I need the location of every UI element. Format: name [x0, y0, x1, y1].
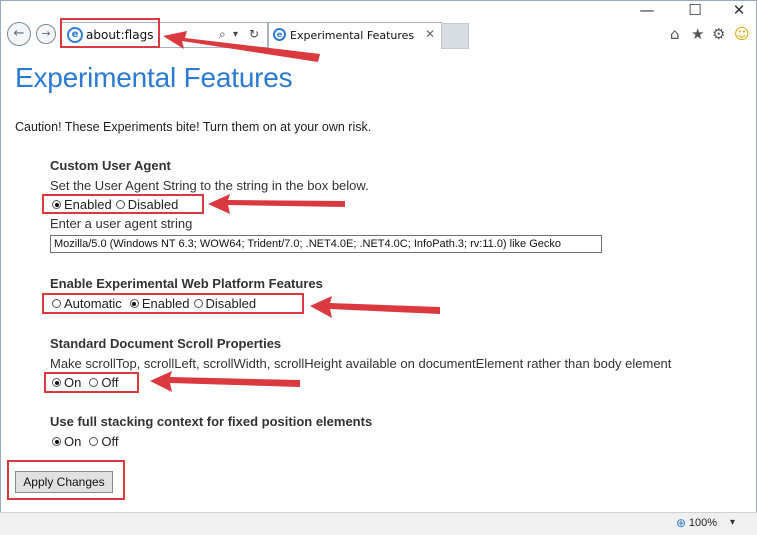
radio-button-checked[interactable] — [52, 437, 61, 446]
radio-group-stacking-context: On Off — [52, 434, 122, 449]
feedback-smiley-icon[interactable]: ☺ — [734, 25, 750, 43]
address-dropdown-icon[interactable]: ▾ — [233, 29, 238, 40]
zoom-dropdown-icon[interactable]: ▾ — [730, 517, 735, 528]
section-title-scroll-properties: Standard Document Scroll Properties — [50, 336, 282, 351]
section-title-experimental-web-platform: Enable Experimental Web Platform Feature… — [50, 276, 323, 291]
radio-option-off[interactable]: Off — [89, 434, 118, 449]
maximize-button[interactable]: ☐ — [680, 0, 710, 22]
zoom-level[interactable]: 100% — [689, 517, 717, 529]
status-bar: ⊕ 100% ▾ — [0, 512, 757, 535]
user-agent-input[interactable]: Mozilla/5.0 (Windows NT 6.3; WOW64; Trid… — [50, 235, 602, 253]
annotation-box-address — [60, 18, 160, 48]
radio-label: On — [64, 434, 82, 449]
back-arrow-icon: ← — [13, 26, 25, 41]
settings-icon[interactable]: ⚙ — [712, 25, 725, 43]
radio-button[interactable] — [89, 437, 99, 446]
forward-arrow-icon: → — [41, 27, 51, 40]
annotation-box-apply — [7, 460, 125, 500]
refresh-icon[interactable]: ↻ — [249, 27, 259, 41]
back-button[interactable]: ← — [7, 22, 31, 46]
close-window-button[interactable]: ✕ — [724, 0, 754, 22]
home-icon[interactable]: ⌂ — [670, 25, 680, 43]
radio-label: Off — [101, 434, 119, 449]
tab-experimental-features[interactable]: e Experimental Features ✕ — [268, 22, 442, 48]
minimize-button[interactable]: — — [632, 0, 662, 22]
search-icon[interactable]: ⌕ — [219, 27, 226, 42]
caution-text: Caution! These Experiments bite! Turn th… — [15, 120, 372, 134]
tab-close-icon[interactable]: ✕ — [425, 27, 435, 41]
section-description: Set the User Agent String to the string … — [50, 178, 369, 193]
section-description: Make scrollTop, scrollLeft, scrollWidth,… — [50, 356, 672, 371]
forward-button[interactable]: → — [36, 24, 56, 44]
tab-ie-icon: e — [273, 28, 286, 41]
tab-title: Experimental Features — [290, 29, 415, 42]
zoom-magnifier-icon: ⊕ — [676, 516, 687, 530]
radio-option-on[interactable]: On — [52, 434, 81, 449]
annotation-box-web-platform — [42, 293, 304, 314]
section-title-custom-user-agent: Custom User Agent — [50, 158, 171, 173]
new-tab-button[interactable] — [441, 23, 469, 49]
annotation-box-scroll — [44, 372, 139, 393]
page-title: Experimental Features — [15, 62, 293, 93]
section-title-stacking-context: Use full stacking context for fixed posi… — [50, 414, 373, 429]
favorites-icon[interactable]: ★ — [691, 25, 704, 43]
annotation-box-user-agent — [42, 194, 204, 214]
user-agent-input-label: Enter a user agent string — [50, 216, 193, 231]
